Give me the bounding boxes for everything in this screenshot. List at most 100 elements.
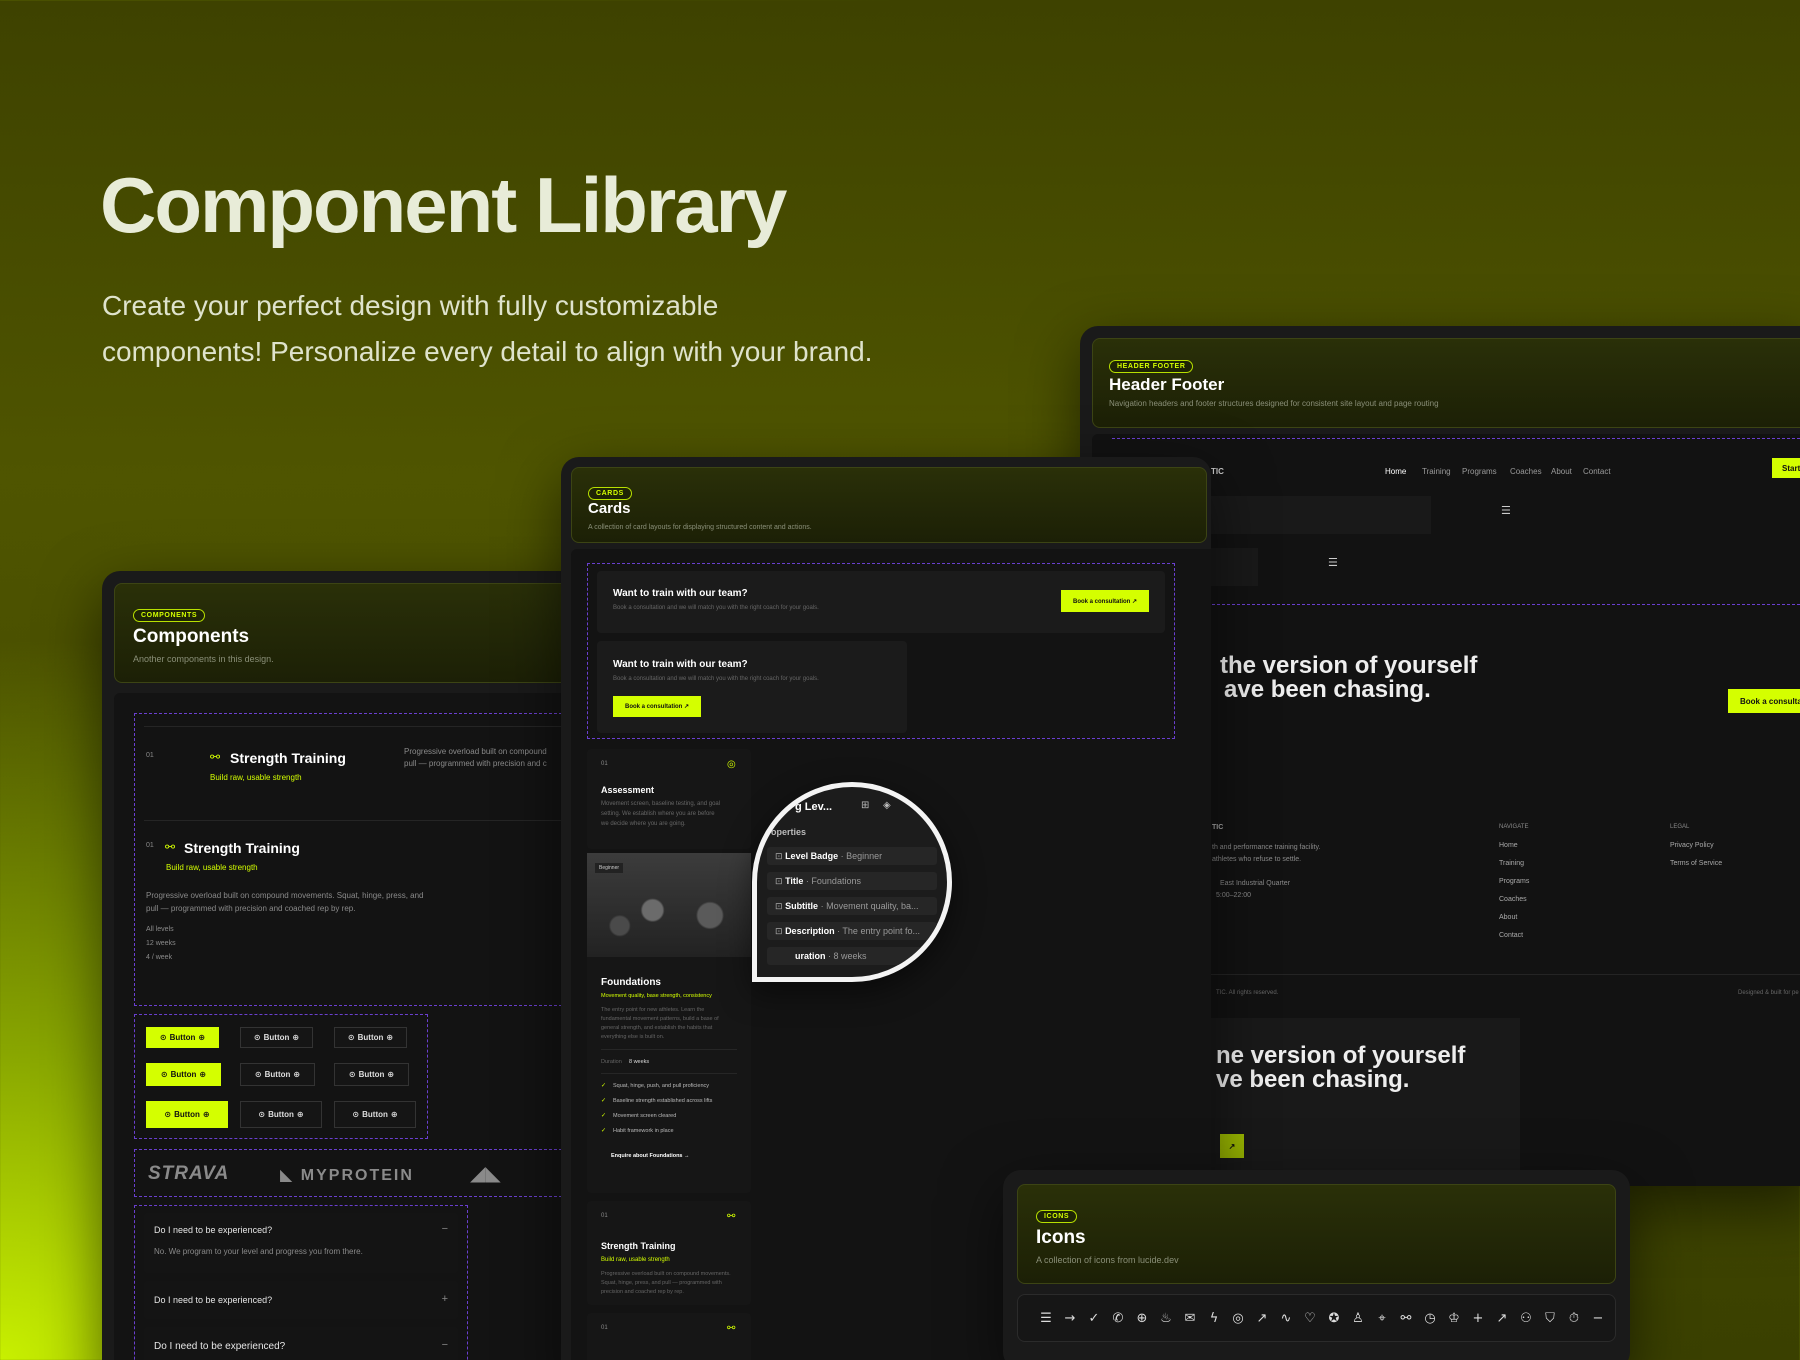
minus-icon[interactable]: − bbox=[442, 1339, 448, 1351]
feature-card-desc-3: precision and coached rep by rep. bbox=[601, 1289, 684, 1295]
feature1-title: Strength Training bbox=[230, 750, 346, 766]
footer-link-terms[interactable]: Terms of Service bbox=[1670, 860, 1722, 867]
faq-question: Do I need to be experienced? bbox=[154, 1341, 286, 1352]
button-tertiary[interactable]: ⊙ Button ⊕ bbox=[334, 1063, 409, 1086]
components-badge: COMPONENTS bbox=[133, 609, 206, 622]
prop-row-subtitle[interactable]: ⊡ Subtitle · Movement quality, ba... bbox=[767, 897, 937, 915]
assessment-desc-2: setting. We establish where you are befo… bbox=[601, 811, 715, 817]
cards-description: A collection of card layouts for display… bbox=[588, 524, 812, 531]
icons-panel: ICONS Icons A collection of icons from l… bbox=[1003, 1170, 1630, 1360]
minus-icon[interactable]: − bbox=[442, 1223, 448, 1235]
cta1-desc: Book a consultation and we will match yo… bbox=[613, 605, 819, 611]
user-icon: ♙ bbox=[1352, 1311, 1364, 1326]
heart-pulse-icon: ♡ bbox=[1304, 1311, 1316, 1326]
menu-icon[interactable]: ☰ bbox=[1501, 504, 1511, 517]
dumbbell-icon: ⚯ bbox=[165, 840, 176, 854]
button-tertiary[interactable]: ⊙ Button ⊕ bbox=[334, 1027, 407, 1048]
mail-icon: ✉ bbox=[1184, 1311, 1196, 1326]
zap-icon: ϟ bbox=[1209, 1311, 1219, 1326]
nav-brand: TIC bbox=[1211, 467, 1224, 476]
footer-link-contact[interactable]: Contact bbox=[1499, 932, 1523, 939]
assessment-title: Assessment bbox=[601, 785, 655, 795]
assessment-card: 01 ◎ Assessment Movement screen, baselin… bbox=[587, 749, 751, 849]
cta1-button[interactable]: Book a consultation ↗ bbox=[1061, 590, 1149, 612]
magnifier-lens: g Lev... ⊞ ◈ operties ⊡ Level Badge · Be… bbox=[752, 782, 952, 982]
footer-link-training[interactable]: Training bbox=[1499, 860, 1524, 867]
icons-section-header: ICONS Icons A collection of icons from l… bbox=[1017, 1184, 1616, 1284]
program-desc-4: everything else is built on. bbox=[601, 1034, 665, 1040]
program-duration-label: Duration bbox=[601, 1059, 622, 1065]
assessment-desc-1: Movement screen, baseline testing, and g… bbox=[601, 801, 721, 807]
plus-circle-icon: ⊕ bbox=[1136, 1311, 1148, 1326]
footer-copyright: TIC. All rights reserved. bbox=[1216, 990, 1279, 996]
program-enquire-link[interactable]: Enquire about Foundations → bbox=[611, 1153, 690, 1159]
footer-link-home[interactable]: Home bbox=[1499, 842, 1518, 849]
feature-card-index: 01 bbox=[601, 1213, 608, 1219]
target-icon: ◎ bbox=[1232, 1311, 1244, 1326]
feature1-desc: Progressive overload built on compound bbox=[404, 747, 547, 756]
icons-title: Icons bbox=[1036, 1227, 1086, 1248]
plus-icon[interactable]: + bbox=[442, 1293, 448, 1305]
footer-link-coaches[interactable]: Coaches bbox=[1499, 896, 1527, 903]
button-secondary[interactable]: ⊙ Button ⊕ bbox=[240, 1101, 322, 1128]
feature2-desc-1: Progressive overload built on compound m… bbox=[146, 891, 424, 900]
button-primary[interactable]: ⊙ Button ⊕ bbox=[146, 1027, 219, 1048]
cta2-desc: Book a consultation and we will match yo… bbox=[613, 676, 819, 682]
button-primary[interactable]: ⊙ Button ⊕ bbox=[146, 1101, 228, 1128]
footer-link-about[interactable]: About bbox=[1499, 914, 1517, 921]
nav-home[interactable]: Home bbox=[1385, 467, 1406, 476]
activity-icon: ∿ bbox=[1280, 1311, 1292, 1326]
cta1-title: Want to train with our team? bbox=[613, 588, 748, 599]
button-secondary[interactable]: ⊙ Button ⊕ bbox=[240, 1027, 313, 1048]
grid-icon[interactable]: ⊞ bbox=[861, 800, 869, 811]
cards-section-header: CARDS Cards A collection of card layouts… bbox=[571, 467, 1207, 543]
assessment-index: 01 bbox=[601, 761, 608, 767]
nav-coaches[interactable]: Coaches bbox=[1510, 467, 1542, 476]
target-icon: ◎ bbox=[727, 759, 736, 770]
program-bullet-1: Squat, hinge, push, and pull proficiency bbox=[613, 1083, 710, 1089]
footer-link-programs[interactable]: Programs bbox=[1499, 878, 1529, 885]
button-tertiary[interactable]: ⊙ Button ⊕ bbox=[334, 1101, 416, 1128]
faq-answer: No. We program to your level and progres… bbox=[154, 1247, 363, 1256]
feature-card: 01 ⚯ Strength Training Build raw, usable… bbox=[587, 1201, 751, 1305]
header-footer-badge: HEADER FOOTER bbox=[1109, 360, 1194, 373]
check-icon: ✓ bbox=[601, 1098, 607, 1104]
nav-cta-button[interactable]: Start t bbox=[1772, 458, 1800, 478]
prop-row-level-badge[interactable]: ⊡ Level Badge · Beginner bbox=[767, 847, 937, 865]
cta2-button[interactable]: Book a consultation ↗ bbox=[613, 696, 701, 717]
program-bullet-4: Habit framework in place bbox=[613, 1128, 674, 1134]
nav-training[interactable]: Training bbox=[1422, 467, 1451, 476]
faq-item[interactable]: Do I need to be experienced? − bbox=[144, 1327, 458, 1360]
shield-icon: ⛉ bbox=[1545, 1311, 1555, 1326]
footer-link-privacy[interactable]: Privacy Policy bbox=[1670, 842, 1714, 849]
feature2-subtitle: Build raw, usable strength bbox=[166, 863, 258, 872]
menu-icon[interactable]: ☰ bbox=[1328, 556, 1338, 569]
feature-card-subtitle: Build raw, usable strength bbox=[601, 1257, 670, 1263]
menu-icon: ☰ bbox=[1040, 1311, 1052, 1326]
prop-row-duration[interactable]: uration · 8 weeks bbox=[767, 947, 937, 965]
feature2-meta-frequency: 4 / week bbox=[146, 954, 173, 961]
faq-question: Do I need to be experienced? bbox=[154, 1225, 273, 1235]
faq-item[interactable]: Do I need to be experienced? + bbox=[144, 1281, 458, 1319]
footer-tagline-2: athletes who refuse to settle. bbox=[1212, 856, 1302, 863]
nav-contact[interactable]: Contact bbox=[1583, 467, 1611, 476]
prop-row-description[interactable]: ⊡ Description · The entry point fo... bbox=[767, 922, 937, 940]
button-primary[interactable]: ⊙ Button ⊕ bbox=[146, 1063, 221, 1086]
hero-cta-button[interactable]: Book a consultati bbox=[1728, 689, 1800, 713]
flame-icon: ♨ bbox=[1160, 1311, 1172, 1326]
prop-row-title[interactable]: ⊡ Title · Foundations bbox=[767, 872, 937, 890]
component-icon[interactable]: ◈ bbox=[883, 800, 891, 811]
faq-question: Do I need to be experienced? bbox=[154, 1295, 273, 1305]
feature2-desc-2: pull — programmed with precision and coa… bbox=[146, 904, 356, 913]
nav-programs[interactable]: Programs bbox=[1462, 467, 1497, 476]
check-icon: ✓ bbox=[601, 1128, 607, 1134]
icons-row: ☰ → ✓ ✆ ⊕ ♨ ✉ ϟ ◎ ↗ ∿ ♡ ✪ ♙ ⌖ ⚯ ◷ ♔ + ↗ ⚇ ⛉ ⏱ − bbox=[1017, 1294, 1616, 1342]
magnifier-section-label: operties bbox=[771, 827, 807, 837]
hero2-button[interactable]: ↗ bbox=[1220, 1134, 1244, 1158]
button-secondary[interactable]: ⊙ Button ⊕ bbox=[240, 1063, 315, 1086]
footer-tagline-1: th and performance training facility. bbox=[1212, 844, 1321, 851]
nav-about[interactable]: About bbox=[1551, 467, 1572, 476]
faq-item-open[interactable]: Do I need to be experienced? − No. We pr… bbox=[144, 1213, 458, 1273]
feature2-index: 01 bbox=[146, 842, 154, 849]
header-footer-title: Header Footer bbox=[1109, 375, 1225, 394]
